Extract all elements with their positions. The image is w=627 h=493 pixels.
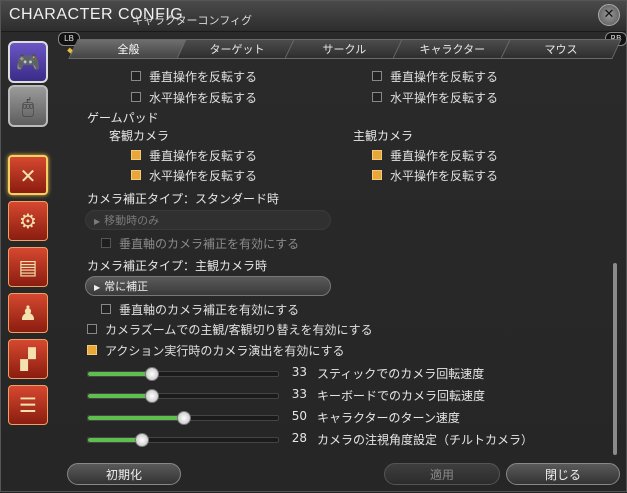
- category-chat-button[interactable]: ☰: [8, 385, 48, 425]
- standard-vertical-assist-checkbox[interactable]: 垂直軸のカメラ補正を有効にする: [101, 234, 299, 252]
- camera-control-icon: ✕: [19, 164, 37, 188]
- window-subtitle: キャラクターコンフィグ: [132, 14, 253, 27]
- scrollbar[interactable]: [613, 263, 617, 455]
- gamepad-horizontal-invert-checkbox[interactable]: 水平操作を反転する: [131, 166, 257, 184]
- tab-bar: 全般 ターゲット サークル キャラクター マウス: [68, 39, 622, 61]
- checkbox-box[interactable]: [101, 304, 111, 314]
- gamepad-vertical-invert-checkbox[interactable]: 垂直操作を反転する: [131, 146, 257, 164]
- mouse-vertical-invert-checkbox[interactable]: 垂直操作を反転する: [131, 67, 257, 85]
- slider-track[interactable]: [87, 411, 279, 425]
- character-config-window: CHARACTER CONFIG キャラクターコンフィグ ✕ LB RB 全般 …: [0, 0, 627, 492]
- sidebar: 🎮 🖱 ✕ ⚙ ▤ ♟ ▞ ☰: [1, 35, 57, 493]
- slider-knob[interactable]: [144, 389, 159, 403]
- checkbox-box[interactable]: [372, 92, 382, 102]
- checkbox-box[interactable]: [372, 71, 382, 81]
- slider-knob[interactable]: [144, 367, 159, 381]
- mouse-horizontal-invert-checkbox[interactable]: 水平操作を反転する: [131, 88, 257, 106]
- slider-label: キーボードでのカメラ回転速度: [317, 389, 486, 403]
- slider-knob[interactable]: [177, 411, 191, 425]
- tab-circle[interactable]: サークル: [284, 39, 406, 59]
- tab-target[interactable]: ターゲット: [176, 39, 298, 59]
- objective-camera-heading: 客観カメラ: [109, 129, 170, 143]
- slider-track[interactable]: [87, 367, 279, 381]
- slider-fill: [88, 416, 183, 420]
- character-turn-speed-slider[interactable]: 50 キャラクターのターン速度: [87, 408, 557, 426]
- checkbox-box[interactable]: [87, 324, 97, 334]
- checker-icon: ▞: [20, 347, 36, 371]
- checkbox-box[interactable]: [372, 150, 382, 160]
- tilt-camera-angle-slider[interactable]: 28 カメラの注視角度設定（チルトカメラ）: [87, 430, 557, 448]
- gear-bag-icon: ⚙: [19, 209, 37, 233]
- checkbox-box[interactable]: [131, 170, 141, 180]
- id-card-icon: ▤: [18, 255, 38, 279]
- category-card-button[interactable]: ▤: [8, 247, 48, 287]
- mouse-subj-horizontal-invert-checkbox[interactable]: 水平操作を反転する: [372, 88, 498, 106]
- slider-label: スティックでのカメラ回転速度: [317, 367, 485, 381]
- gamepad-heading: ゲームパッド: [87, 111, 159, 125]
- mouse-icon: 🖱: [22, 94, 34, 118]
- checkbox-box[interactable]: [101, 238, 111, 248]
- slider-value: 50: [291, 409, 307, 423]
- title-bar[interactable]: CHARACTER CONFIG キャラクターコンフィグ ✕: [1, 1, 626, 32]
- checkbox-box[interactable]: [131, 92, 141, 102]
- category-checker-button[interactable]: ▞: [8, 339, 48, 379]
- slider-track[interactable]: [87, 389, 279, 403]
- slider-track[interactable]: [87, 433, 279, 447]
- subjective-vertical-assist-checkbox[interactable]: 垂直軸のカメラ補正を有効にする: [101, 300, 299, 318]
- character-icon: ♟: [19, 301, 37, 325]
- slider-knob[interactable]: [135, 433, 150, 447]
- gamepad-subj-horizontal-invert-checkbox[interactable]: 水平操作を反転する: [372, 166, 498, 184]
- standard-assist-heading: カメラ補正タイプ：スタンダード時: [87, 192, 280, 206]
- close-button[interactable]: 閉じる: [506, 463, 620, 485]
- subjective-assist-dropdown[interactable]: ▶ 常に補正: [85, 276, 331, 296]
- close-icon[interactable]: ✕: [598, 4, 620, 26]
- gamepad-subj-vertical-invert-checkbox[interactable]: 垂直操作を反転する: [372, 146, 498, 164]
- slider-label: キャラクターのターン速度: [317, 411, 460, 425]
- mouse-subj-vertical-invert-checkbox[interactable]: 垂直操作を反転する: [372, 67, 498, 85]
- subjective-assist-heading: カメラ補正タイプ：主観カメラ時: [87, 259, 268, 273]
- standard-assist-dropdown[interactable]: ▶ 移動時のみ: [85, 210, 331, 230]
- slider-label: カメラの注視角度設定（チルトカメラ）: [317, 433, 534, 447]
- category-gear-button[interactable]: ⚙: [8, 201, 48, 241]
- play-arrow-icon: ▶: [94, 217, 101, 226]
- apply-button[interactable]: 適用: [384, 463, 500, 485]
- slider-value: 33: [291, 365, 307, 379]
- reset-button[interactable]: 初期化: [67, 463, 181, 485]
- slider-value: 28: [291, 431, 307, 445]
- tab-character[interactable]: キャラクター: [392, 39, 514, 59]
- category-camera-button[interactable]: ✕: [8, 155, 48, 195]
- category-character-button[interactable]: ♟: [8, 293, 48, 333]
- checkbox-box[interactable]: [131, 71, 141, 81]
- checkbox-box[interactable]: [131, 150, 141, 160]
- keyboard-rotation-speed-slider[interactable]: 33 キーボードでのカメラ回転速度: [87, 386, 557, 404]
- chat-bubble-icon: ☰: [19, 393, 37, 417]
- settings-panel: 垂直操作を反転する 水平操作を反転する 垂直操作を反転する 水平操作を反転する …: [73, 63, 611, 459]
- mouse-mode-button[interactable]: 🖱: [8, 85, 48, 127]
- checkbox-box[interactable]: [372, 170, 382, 180]
- gamepad-icon: 🎮: [15, 50, 41, 74]
- subjective-camera-heading: 主観カメラ: [353, 129, 414, 143]
- gamepad-mode-button[interactable]: 🎮: [8, 41, 48, 83]
- tab-general[interactable]: 全般: [68, 39, 190, 59]
- action-camera-checkbox[interactable]: アクション実行時のカメラ演出を有効にする: [87, 341, 345, 359]
- slider-fill: [88, 438, 142, 442]
- checkbox-box[interactable]: [87, 345, 97, 355]
- tab-mouse[interactable]: マウス: [500, 39, 622, 59]
- play-arrow-icon: ▶: [94, 283, 101, 292]
- zoom-switch-checkbox[interactable]: カメラズームでの主観/客観切り替えを有効にする: [87, 320, 373, 338]
- slider-fill: [88, 372, 151, 376]
- stick-rotation-speed-slider[interactable]: 33 スティックでのカメラ回転速度: [87, 364, 557, 382]
- slider-value: 33: [291, 387, 307, 401]
- slider-fill: [88, 394, 151, 398]
